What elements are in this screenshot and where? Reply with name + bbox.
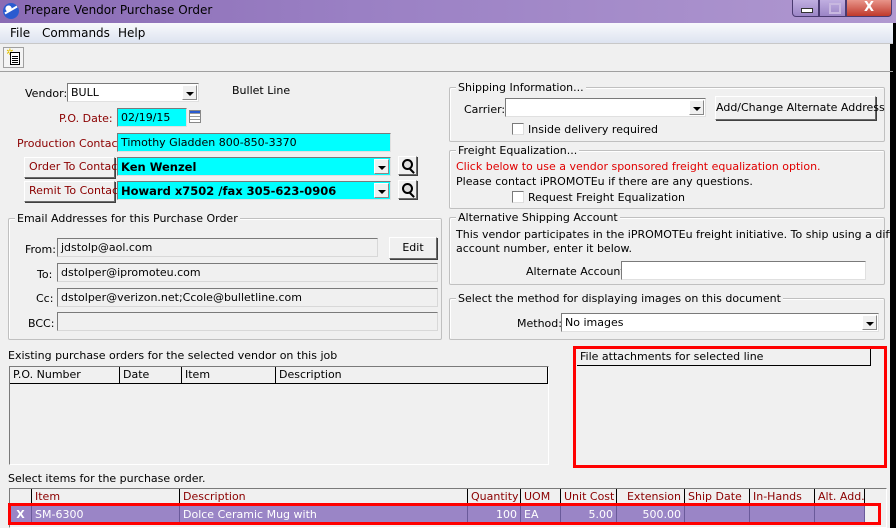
close-button[interactable]: X bbox=[846, 0, 892, 17]
menu-help[interactable]: Help bbox=[118, 26, 145, 40]
production-contact-label: Production Contact: bbox=[17, 137, 126, 150]
new-document-button[interactable]: ✲ bbox=[3, 47, 24, 68]
app-logo-icon bbox=[3, 3, 19, 19]
shipping-group-title: Shipping Information... bbox=[456, 81, 586, 94]
maximize-button[interactable] bbox=[819, 0, 846, 17]
order-to-contact-value: Ken Wenzel bbox=[121, 160, 197, 174]
column-header-item[interactable]: Item bbox=[182, 367, 276, 384]
production-contact-input[interactable]: Timothy Gladden 800-850-3370 bbox=[117, 133, 391, 152]
image-method-group-title: Select the method for displaying images … bbox=[456, 292, 783, 305]
chevron-down-icon[interactable] bbox=[862, 315, 877, 330]
inside-delivery-label: Inside delivery required bbox=[528, 123, 659, 136]
freight-contact-text: Please contact iPROMOTEu if there are an… bbox=[456, 175, 753, 188]
search-order-contact-icon[interactable] bbox=[398, 156, 417, 175]
request-freight-label: Request Freight Equalization bbox=[528, 191, 685, 204]
remit-to-contact-value: Howard x7502 /fax 305-623-0906 bbox=[121, 184, 337, 198]
new-document-icon bbox=[10, 52, 20, 65]
order-to-contact-dropdown[interactable]: Ken Wenzel bbox=[117, 157, 391, 176]
inside-delivery-checkbox[interactable] bbox=[512, 123, 524, 135]
from-field[interactable]: jdstolp@aol.com bbox=[57, 238, 378, 257]
cc-label: Cc: bbox=[36, 292, 54, 305]
menu-commands[interactable]: Commands bbox=[42, 26, 110, 40]
chevron-down-icon[interactable] bbox=[182, 85, 197, 100]
remit-to-contact-dropdown[interactable]: Howard x7502 /fax 305-623-0906 bbox=[117, 181, 391, 200]
chevron-down-icon[interactable] bbox=[374, 183, 389, 198]
search-remit-contact-icon[interactable] bbox=[398, 180, 417, 199]
to-field[interactable]: dstolper@ipromoteu.com bbox=[57, 263, 438, 282]
to-label: To: bbox=[37, 268, 53, 281]
carrier-label: Carrier: bbox=[464, 103, 506, 116]
cc-field[interactable]: dstolper@verizon.net;Ccole@bulletline.co… bbox=[57, 288, 438, 307]
calendar-icon[interactable] bbox=[189, 110, 201, 123]
chevron-down-icon[interactable] bbox=[689, 100, 704, 115]
items-title: Select items for the purchase order. bbox=[8, 472, 206, 485]
freight-notice: Click below to use a vendor sponsored fr… bbox=[456, 160, 821, 173]
carrier-dropdown[interactable] bbox=[505, 98, 706, 117]
bcc-field[interactable] bbox=[57, 312, 438, 331]
po-date-label: P.O. Date: bbox=[59, 112, 113, 125]
remit-to-contact-button[interactable]: Remit To Contact: bbox=[24, 181, 126, 202]
column-header-date[interactable]: Date bbox=[120, 367, 182, 384]
bcc-label: BCC: bbox=[28, 317, 55, 330]
menu-bar: File Commands Help bbox=[0, 23, 893, 44]
request-freight-checkbox[interactable] bbox=[512, 191, 524, 203]
toolbar: ✲ bbox=[0, 44, 893, 72]
existing-po-grid[interactable]: P.O. Number Date Item Description bbox=[9, 366, 549, 465]
vendor-label: Vendor: bbox=[25, 87, 68, 100]
alternate-account-input[interactable] bbox=[621, 261, 866, 280]
freight-group-title: Freight Equalization... bbox=[456, 144, 580, 157]
po-date-input[interactable]: 02/19/15 bbox=[117, 108, 187, 127]
alt-shipping-text-1: This vendor participates in the iPROMOTE… bbox=[456, 228, 896, 241]
window-title: Prepare Vendor Purchase Order bbox=[24, 3, 213, 17]
attachments-highlight-box bbox=[573, 346, 887, 468]
app-window: Prepare Vendor Purchase Order X File Com… bbox=[0, 0, 896, 528]
edit-button[interactable]: Edit bbox=[389, 237, 437, 259]
chevron-down-icon[interactable] bbox=[374, 159, 389, 174]
order-to-contact-button[interactable]: Order To Contact: bbox=[24, 157, 125, 178]
title-bar: Prepare Vendor Purchase Order X bbox=[0, 0, 896, 23]
method-value: No images bbox=[565, 316, 624, 329]
vendor-dropdown[interactable]: BULL bbox=[67, 83, 199, 102]
add-change-alternate-address-button[interactable]: Add/Change Alternate Address bbox=[715, 96, 885, 120]
alt-shipping-group-title: Alternative Shipping Account bbox=[456, 211, 620, 224]
existing-po-title: Existing purchase orders for the selecte… bbox=[8, 349, 338, 362]
method-label: Method: bbox=[517, 317, 562, 330]
menu-file[interactable]: File bbox=[10, 26, 30, 40]
column-header-po-number[interactable]: P.O. Number bbox=[10, 367, 120, 384]
vendor-name: Bullet Line bbox=[232, 84, 291, 97]
row-highlight-box bbox=[8, 503, 881, 525]
alternate-account-label: Alternate Account: bbox=[526, 265, 629, 278]
email-group-title: Email Addresses for this Purchase Order bbox=[15, 212, 240, 225]
from-label: From: bbox=[25, 243, 56, 256]
method-dropdown[interactable]: No images bbox=[561, 313, 879, 332]
vendor-value: BULL bbox=[71, 86, 99, 99]
alt-shipping-text-2: account number, enter it below. bbox=[456, 242, 632, 255]
minimize-button[interactable] bbox=[792, 0, 819, 17]
column-header-description[interactable]: Description bbox=[276, 367, 548, 384]
